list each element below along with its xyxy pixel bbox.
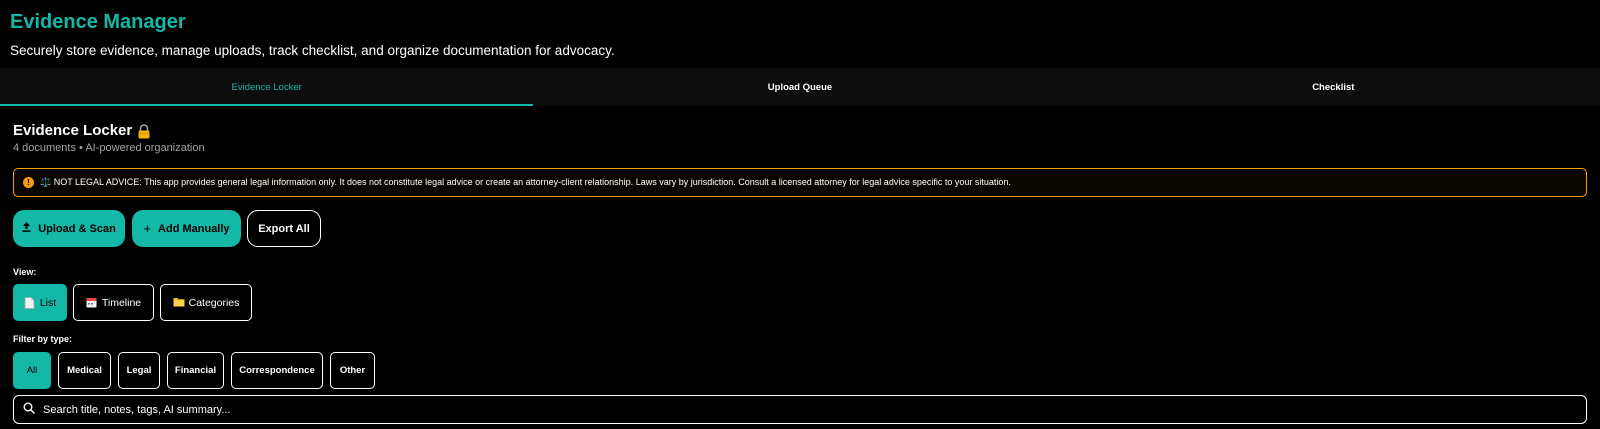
tab-evidence-locker[interactable]: Evidence Locker	[0, 68, 534, 106]
add-manually-button[interactable]: + Add Manually	[132, 210, 241, 247]
view-label: View:	[13, 267, 37, 277]
upload-scan-label: Upload & Scan	[38, 222, 116, 235]
disclaimer-text: ⚖️ NOT LEGAL ADVICE: This app provides g…	[40, 177, 1011, 187]
export-all-button[interactable]: Export All	[247, 210, 321, 247]
document-icon	[24, 297, 35, 309]
view-list-button[interactable]: List	[13, 284, 67, 321]
folder-icon	[173, 297, 185, 308]
lock-icon	[137, 124, 151, 139]
search-bar	[13, 395, 1587, 424]
filter-medical[interactable]: Medical	[58, 352, 111, 389]
search-icon	[23, 401, 35, 419]
tab-bar: Evidence Locker Upload Queue Checklist	[0, 68, 1600, 106]
tab-checklist[interactable]: Checklist	[1067, 68, 1600, 106]
export-all-label: Export All	[258, 222, 310, 235]
filter-financial[interactable]: Financial	[167, 352, 224, 389]
legal-disclaimer: ! ⚖️ NOT LEGAL ADVICE: This app provides…	[13, 168, 1587, 197]
filter-label: Filter by type:	[13, 334, 73, 344]
view-timeline-button[interactable]: Timeline	[73, 284, 154, 321]
warning-icon: !	[23, 177, 34, 188]
filter-all[interactable]: All	[13, 352, 51, 389]
tab-upload-queue[interactable]: Upload Queue	[533, 68, 1066, 106]
filter-correspondence[interactable]: Correspondence	[231, 352, 323, 389]
upload-icon	[22, 222, 31, 235]
filter-legal[interactable]: Legal	[118, 352, 160, 389]
view-categories-label: Categories	[188, 296, 240, 309]
document-count: 4 documents • AI-powered organization	[13, 142, 205, 154]
view-timeline-label: Timeline	[101, 296, 142, 309]
view-categories-button[interactable]: Categories	[160, 284, 252, 321]
add-manually-label: Add Manually	[158, 222, 230, 235]
plus-icon: +	[143, 221, 152, 236]
view-list-label: List	[39, 296, 57, 309]
search-input[interactable]	[43, 403, 1543, 416]
upload-scan-button[interactable]: Upload & Scan	[13, 210, 125, 247]
calendar-icon	[86, 297, 97, 308]
app-title: Evidence Manager	[10, 11, 186, 33]
app-subtitle: Securely store evidence, manage uploads,…	[10, 43, 615, 58]
section-title-text: Evidence Locker	[13, 122, 133, 139]
filter-other[interactable]: Other	[330, 352, 375, 389]
section-title: Evidence Locker	[13, 122, 151, 139]
